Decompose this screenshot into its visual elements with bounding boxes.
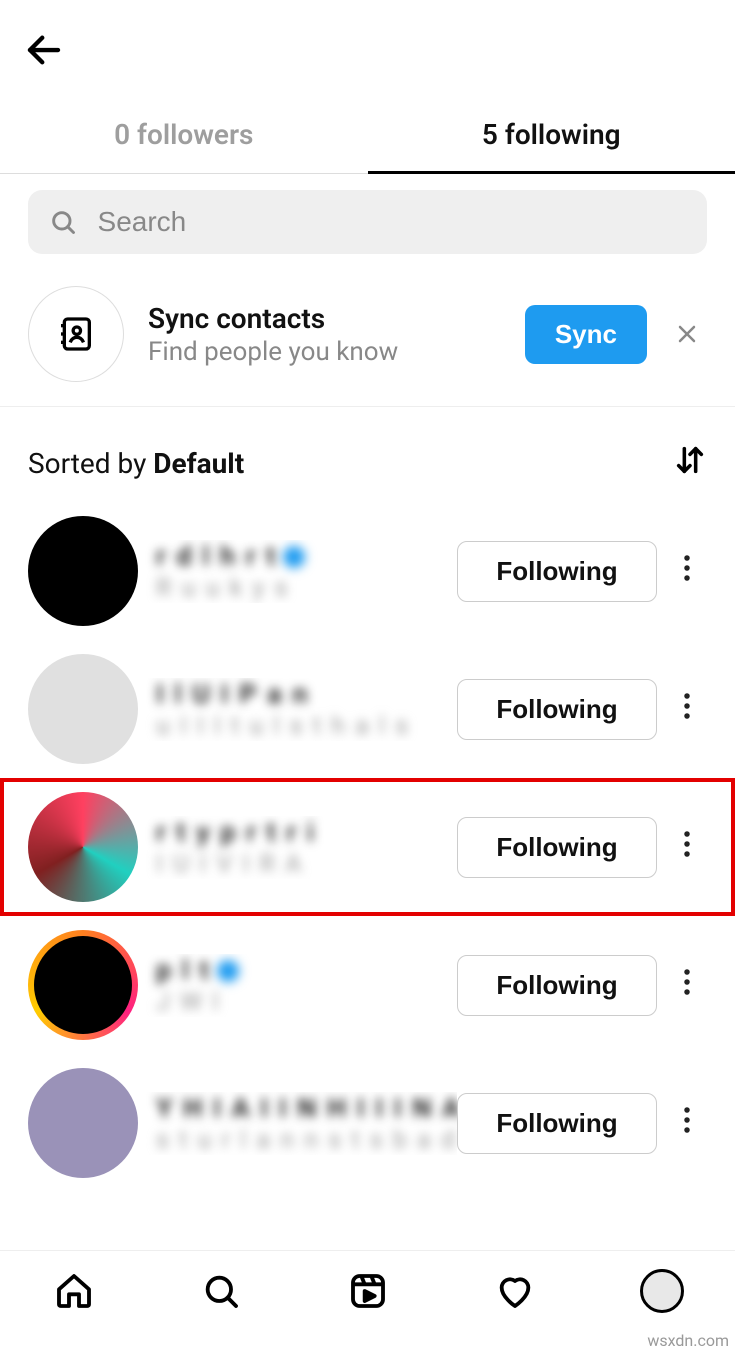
username: r d l h r t (156, 540, 439, 572)
nav-search[interactable] (197, 1267, 245, 1315)
user-names: r t y p r t r iI U I V I R A (138, 816, 457, 879)
more-options-button[interactable] (667, 553, 707, 590)
realname: R u u k y s (156, 574, 439, 603)
user-names: Y H I A I I N H I I I N A I Is t u r l a… (138, 1092, 457, 1155)
following-button[interactable]: Following (457, 679, 657, 740)
sync-contacts-row: Sync contacts Find people you know Sync (0, 262, 735, 407)
username: Y H I A I I N H I I I N A I I (156, 1092, 439, 1124)
username: I l U I P a n (156, 678, 439, 710)
reels-icon (348, 1271, 388, 1311)
sort-row: Sorted by Default (0, 407, 735, 502)
sync-close-button[interactable] (667, 314, 707, 354)
user-row[interactable]: p l tJ W lFollowing (0, 916, 735, 1054)
avatar[interactable] (28, 654, 138, 764)
username: p l t (156, 954, 439, 986)
home-icon (54, 1271, 94, 1311)
sort-value: Default (153, 447, 244, 480)
tabs: 0 followers 5 following (0, 100, 735, 174)
realname: J W l (156, 988, 439, 1017)
search-icon (201, 1271, 241, 1311)
avatar[interactable] (28, 1068, 138, 1178)
address-book-icon (56, 314, 96, 354)
following-button[interactable]: Following (457, 541, 657, 602)
realname: I U I V I R A (156, 850, 439, 879)
verified-badge-icon (283, 546, 305, 568)
nav-profile[interactable] (638, 1267, 686, 1315)
nav-reels[interactable] (344, 1267, 392, 1315)
profile-avatar-icon (640, 1269, 684, 1313)
kebab-icon (683, 967, 691, 997)
tab-followers[interactable]: 0 followers (0, 100, 368, 173)
user-row[interactable]: Y H I A I I N H I I I N A I Is t u r l a… (0, 1054, 735, 1192)
avatar[interactable] (28, 930, 138, 1040)
close-icon (675, 322, 699, 346)
avatar[interactable] (28, 792, 138, 902)
kebab-icon (683, 691, 691, 721)
heart-icon (495, 1271, 535, 1311)
tab-following[interactable]: 5 following (368, 100, 735, 173)
following-list: r d l h r tR u u k y sFollowingI l U I P… (0, 502, 735, 1192)
kebab-icon (683, 829, 691, 859)
sort-button[interactable] (673, 443, 707, 484)
verified-badge-icon (217, 960, 239, 982)
realname: u I I I t u l s t h a l s (156, 712, 439, 741)
watermark: wsxdn.com (647, 1331, 729, 1350)
sort-prefix: Sorted by (28, 447, 153, 480)
kebab-icon (683, 553, 691, 583)
sort-arrows-icon (673, 443, 707, 477)
sync-title: Sync contacts (148, 302, 525, 335)
following-button[interactable]: Following (457, 817, 657, 878)
username: r t y p r t r i (156, 816, 439, 848)
kebab-icon (683, 1105, 691, 1135)
more-options-button[interactable] (667, 691, 707, 728)
user-names: r d l h r tR u u k y s (138, 540, 457, 603)
nav-activity[interactable] (491, 1267, 539, 1315)
sort-label: Sorted by Default (28, 447, 244, 480)
arrow-left-icon (23, 29, 65, 71)
sync-subtitle: Find people you know (148, 337, 525, 367)
contacts-icon-circle (28, 286, 124, 382)
user-names: I l U I P a nu I I I t u l s t h a l s (138, 678, 457, 741)
user-row[interactable]: r t y p r t r iI U I V I R AFollowing (0, 778, 735, 916)
user-row[interactable]: r d l h r tR u u k y sFollowing (0, 502, 735, 640)
search-icon (48, 206, 78, 238)
more-options-button[interactable] (667, 967, 707, 1004)
more-options-button[interactable] (667, 829, 707, 866)
user-names: p l tJ W l (138, 954, 457, 1017)
nav-home[interactable] (50, 1267, 98, 1315)
sync-button[interactable]: Sync (525, 305, 647, 364)
search-input[interactable] (98, 206, 687, 238)
following-button[interactable]: Following (457, 1093, 657, 1154)
more-options-button[interactable] (667, 1105, 707, 1142)
bottom-nav (0, 1250, 735, 1330)
following-button[interactable]: Following (457, 955, 657, 1016)
user-row[interactable]: I l U I P a nu I I I t u l s t h a l sFo… (0, 640, 735, 778)
back-button[interactable] (20, 26, 68, 74)
avatar[interactable] (28, 516, 138, 626)
realname: s t u r l a n n s t s b a d (156, 1126, 439, 1155)
search-box[interactable] (28, 190, 707, 254)
